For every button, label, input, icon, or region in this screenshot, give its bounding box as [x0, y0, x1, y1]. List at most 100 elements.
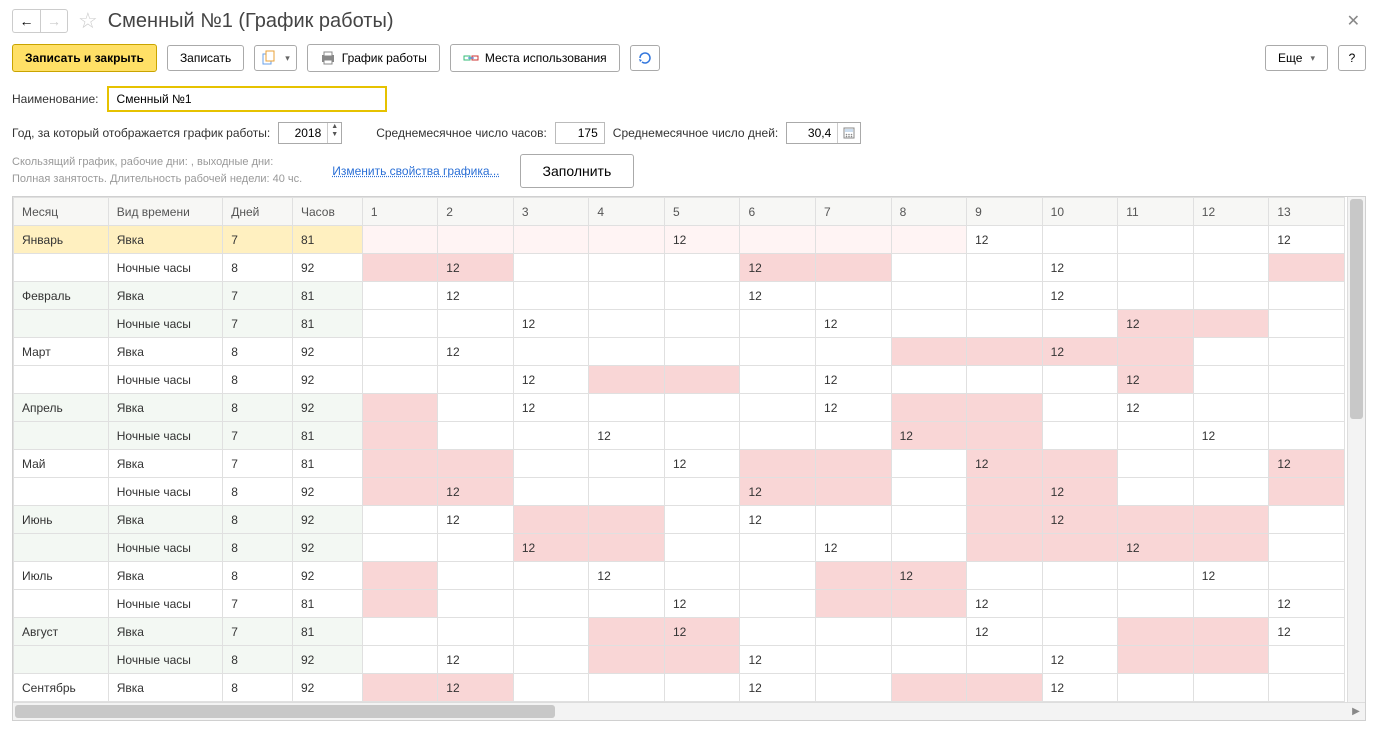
- day-cell[interactable]: 12: [1269, 226, 1345, 254]
- day-cell[interactable]: [1042, 366, 1118, 394]
- day-cell[interactable]: 12: [664, 450, 740, 478]
- day-cell[interactable]: [362, 282, 437, 310]
- cell[interactable]: [14, 646, 109, 674]
- col-day-6[interactable]: 6: [740, 198, 816, 226]
- day-cell[interactable]: [513, 478, 589, 506]
- col-day-12[interactable]: 12: [1193, 198, 1269, 226]
- cell[interactable]: Явка: [108, 226, 223, 254]
- day-cell[interactable]: 12: [740, 646, 816, 674]
- day-cell[interactable]: [967, 338, 1043, 366]
- cell[interactable]: 81: [293, 422, 363, 450]
- cell[interactable]: 8: [223, 394, 293, 422]
- day-cell[interactable]: [438, 450, 514, 478]
- table-row[interactable]: МайЯвка781121212: [14, 450, 1345, 478]
- col-hours[interactable]: Часов: [293, 198, 363, 226]
- day-cell[interactable]: [664, 506, 740, 534]
- favorite-star-icon[interactable]: ☆: [74, 8, 102, 34]
- day-cell[interactable]: [740, 366, 816, 394]
- scroll-right-icon[interactable]: ▶: [1347, 703, 1365, 720]
- cell[interactable]: Ночные часы: [108, 590, 223, 618]
- schedule-table[interactable]: Месяц Вид времени Дней Часов 12345678910…: [13, 197, 1345, 702]
- day-cell[interactable]: [589, 310, 665, 338]
- col-day-4[interactable]: 4: [589, 198, 665, 226]
- day-cell[interactable]: 12: [438, 674, 514, 702]
- day-cell[interactable]: [438, 590, 514, 618]
- cell[interactable]: Явка: [108, 282, 223, 310]
- day-cell[interactable]: [513, 646, 589, 674]
- day-cell[interactable]: [1269, 338, 1345, 366]
- cell[interactable]: Ночные часы: [108, 254, 223, 282]
- year-down-icon[interactable]: ▼: [328, 131, 341, 139]
- table-row[interactable]: Ночные часы781121212: [14, 590, 1345, 618]
- year-input[interactable]: [279, 123, 327, 143]
- col-day-11[interactable]: 11: [1118, 198, 1194, 226]
- vertical-scrollbar[interactable]: [1347, 197, 1365, 702]
- day-cell[interactable]: 12: [891, 422, 967, 450]
- day-cell[interactable]: [362, 506, 437, 534]
- day-cell[interactable]: [891, 366, 967, 394]
- day-cell[interactable]: [1193, 254, 1269, 282]
- day-cell[interactable]: 12: [1193, 562, 1269, 590]
- day-cell[interactable]: [362, 562, 437, 590]
- day-cell[interactable]: [664, 282, 740, 310]
- cell[interactable]: 8: [223, 338, 293, 366]
- cell[interactable]: Явка: [108, 338, 223, 366]
- day-cell[interactable]: [513, 450, 589, 478]
- table-row[interactable]: Ночные часы892121212: [14, 534, 1345, 562]
- day-cell[interactable]: [664, 394, 740, 422]
- help-button[interactable]: ?: [1338, 45, 1366, 71]
- day-cell[interactable]: [1193, 590, 1269, 618]
- day-cell[interactable]: [513, 562, 589, 590]
- day-cell[interactable]: 12: [664, 618, 740, 646]
- day-cell[interactable]: 12: [816, 310, 892, 338]
- day-cell[interactable]: 12: [438, 646, 514, 674]
- day-cell[interactable]: [1269, 534, 1345, 562]
- day-cell[interactable]: [1042, 590, 1118, 618]
- close-icon[interactable]: ✕: [1341, 11, 1366, 31]
- day-cell[interactable]: [664, 534, 740, 562]
- day-cell[interactable]: [1118, 674, 1194, 702]
- day-cell[interactable]: [1269, 506, 1345, 534]
- day-cell[interactable]: [589, 254, 665, 282]
- day-cell[interactable]: [438, 310, 514, 338]
- day-cell[interactable]: [362, 478, 437, 506]
- day-cell[interactable]: [1118, 646, 1194, 674]
- day-cell[interactable]: [1269, 422, 1345, 450]
- day-cell[interactable]: [1118, 282, 1194, 310]
- day-cell[interactable]: [1042, 618, 1118, 646]
- day-cell[interactable]: [740, 310, 816, 338]
- extra-dropdown-button[interactable]: ▾: [254, 45, 297, 71]
- cell[interactable]: 8: [223, 562, 293, 590]
- day-cell[interactable]: [1193, 282, 1269, 310]
- cell[interactable]: Ночные часы: [108, 534, 223, 562]
- day-cell[interactable]: [513, 254, 589, 282]
- day-cell[interactable]: [1118, 338, 1194, 366]
- table-row[interactable]: Ночные часы892121212: [14, 478, 1345, 506]
- day-cell[interactable]: [1042, 394, 1118, 422]
- day-cell[interactable]: 12: [816, 394, 892, 422]
- day-cell[interactable]: [1193, 310, 1269, 338]
- day-cell[interactable]: 12: [891, 562, 967, 590]
- day-cell[interactable]: [362, 450, 437, 478]
- cell[interactable]: 7: [223, 450, 293, 478]
- col-day-2[interactable]: 2: [438, 198, 514, 226]
- day-cell[interactable]: [362, 422, 437, 450]
- day-cell[interactable]: [589, 282, 665, 310]
- refresh-button[interactable]: [630, 45, 660, 71]
- cell[interactable]: 92: [293, 478, 363, 506]
- day-cell[interactable]: 12: [1042, 478, 1118, 506]
- cell[interactable]: Май: [14, 450, 109, 478]
- nav-forward-button[interactable]: →: [40, 9, 68, 33]
- day-cell[interactable]: [816, 618, 892, 646]
- cell[interactable]: [14, 422, 109, 450]
- day-cell[interactable]: [438, 422, 514, 450]
- cell[interactable]: 8: [223, 366, 293, 394]
- day-cell[interactable]: 12: [816, 534, 892, 562]
- day-cell[interactable]: [891, 338, 967, 366]
- day-cell[interactable]: [513, 674, 589, 702]
- day-cell[interactable]: [891, 282, 967, 310]
- day-cell[interactable]: 12: [1269, 590, 1345, 618]
- day-cell[interactable]: [891, 450, 967, 478]
- day-cell[interactable]: [513, 422, 589, 450]
- day-cell[interactable]: [589, 394, 665, 422]
